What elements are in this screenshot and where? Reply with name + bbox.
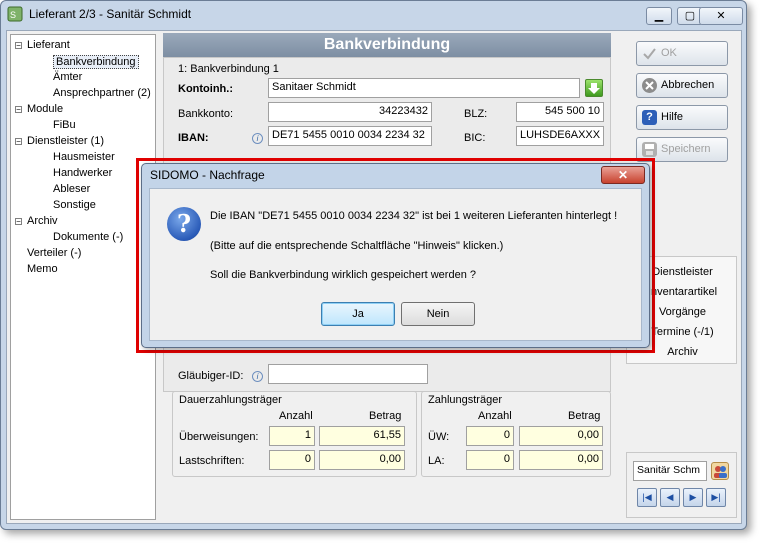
dauerzahlungstraeger-group: Dauerzahlungsträger Anzahl Betrag Überwe… bbox=[172, 391, 417, 477]
dauer-lastschriften-anzahl[interactable]: 0 bbox=[269, 450, 315, 470]
tree-item[interactable]: Ableser bbox=[53, 183, 90, 195]
dauer-ueberweisungen-betrag[interactable]: 61,55 bbox=[319, 426, 405, 446]
ok-button[interactable]: OK bbox=[636, 41, 728, 66]
dialog-message-line3: Soll die Bankverbindung wirklich gespeic… bbox=[210, 269, 476, 281]
tree-item[interactable]: Dienstleister (1) bbox=[27, 135, 104, 147]
dauer-title: Dauerzahlungsträger bbox=[179, 394, 282, 406]
record-name-field[interactable]: Sanitär Schm bbox=[633, 461, 707, 481]
dauer-row-label: Überweisungen: bbox=[179, 431, 259, 443]
glaeubiger-info-icon[interactable]: i bbox=[252, 371, 263, 382]
tree-expander-icon[interactable]: − bbox=[15, 106, 22, 114]
zahl-col-betrag: Betrag bbox=[568, 410, 601, 422]
svg-text:S: S bbox=[10, 10, 16, 20]
zahl-row-label: ÜW: bbox=[428, 431, 450, 443]
zahl-uew-anzahl[interactable]: 0 bbox=[466, 426, 514, 446]
download-arrow-icon[interactable] bbox=[585, 79, 603, 97]
glaeubiger-label: Gläubiger-ID: bbox=[178, 370, 244, 382]
iban-label: IBAN: bbox=[178, 132, 209, 144]
prev-record-button[interactable]: ◀ bbox=[660, 488, 680, 507]
dialog-message-line2: (Bitte auf die entsprechende Schaltfläch… bbox=[210, 240, 504, 252]
dauer-col-anzahl: Anzahl bbox=[279, 410, 313, 422]
tree-item[interactable]: Archiv bbox=[27, 215, 58, 227]
tree-expander-icon[interactable]: − bbox=[15, 218, 22, 226]
kontoinh-label: Kontoinh.: bbox=[178, 83, 233, 95]
bic-label: BIC: bbox=[464, 132, 486, 144]
section-label: 1: Bankverbindung 1 bbox=[178, 63, 279, 75]
blz-label: BLZ: bbox=[464, 108, 488, 120]
blz-input[interactable]: 545 500 10 bbox=[516, 102, 604, 122]
zahl-row-label: LA: bbox=[428, 455, 445, 467]
app-icon: S bbox=[7, 6, 23, 22]
tree-item[interactable]: Bankverbindung bbox=[53, 55, 139, 69]
minimize-button[interactable]: ▁ bbox=[646, 7, 672, 25]
tree-item[interactable]: FiBu bbox=[53, 119, 76, 131]
section-header: Bankverbindung bbox=[163, 33, 611, 57]
dauer-col-betrag: Betrag bbox=[369, 410, 402, 422]
question-icon: ? bbox=[167, 207, 201, 241]
tree-item[interactable]: Dokumente (-) bbox=[53, 231, 123, 243]
tree-expander-icon[interactable]: − bbox=[15, 42, 22, 50]
iban-info-icon[interactable]: i bbox=[252, 133, 263, 144]
bic-input[interactable]: LUHSDE6AXXX bbox=[516, 126, 604, 146]
kontoinh-input[interactable]: Sanitaer Schmidt bbox=[268, 78, 580, 98]
tree-item[interactable]: Verteiler (-) bbox=[27, 247, 81, 259]
dauer-lastschriften-betrag[interactable]: 0,00 bbox=[319, 450, 405, 470]
tree-item[interactable]: Memo bbox=[27, 263, 58, 275]
no-button[interactable]: Nein bbox=[401, 302, 475, 326]
iban-input[interactable]: DE71 5455 0010 0034 2234 32 bbox=[268, 126, 432, 146]
last-record-button[interactable]: ▶| bbox=[706, 488, 726, 507]
navigation-tree: − Lieferant Bankverbindung Ämter Ansprechpar… bbox=[10, 34, 156, 520]
zahlungstraeger-group: Zahlungsträger Anzahl Betrag ÜW: 0 0,00 … bbox=[421, 391, 611, 477]
save-disk-icon bbox=[642, 142, 657, 157]
yes-button[interactable]: Ja bbox=[321, 302, 395, 326]
dauer-ueberweisungen-anzahl[interactable]: 1 bbox=[269, 426, 315, 446]
first-record-button[interactable]: |◀ bbox=[637, 488, 657, 507]
bankkonto-input[interactable]: 34223432 bbox=[268, 102, 432, 122]
zahl-title: Zahlungsträger bbox=[428, 394, 502, 406]
checkmark-icon bbox=[642, 46, 657, 61]
cancel-x-icon bbox=[642, 78, 657, 93]
glaeubiger-input[interactable] bbox=[268, 364, 428, 384]
dauer-row-label: Lastschriften: bbox=[179, 455, 245, 467]
tree-item[interactable]: Ämter bbox=[53, 71, 82, 83]
dialog-body: ? Die IBAN "DE71 5455 0010 0034 2234 32"… bbox=[149, 188, 642, 341]
record-navigator: Sanitär Schm |◀ ◀ ▶ ▶| bbox=[626, 452, 737, 518]
confirm-dialog: SIDOMO - Nachfrage ✕ ? Die IBAN "DE71 54… bbox=[141, 163, 650, 348]
users-icon[interactable] bbox=[711, 462, 729, 480]
next-record-button[interactable]: ▶ bbox=[683, 488, 703, 507]
tree-expander-icon[interactable]: − bbox=[15, 138, 22, 146]
window-title: Lieferant 2/3 - Sanitär Schmidt bbox=[29, 7, 192, 21]
help-question-icon: ? bbox=[642, 110, 657, 125]
hilfe-button[interactable]: ? Hilfe bbox=[636, 105, 728, 130]
tree-item[interactable]: Handwerker bbox=[53, 167, 112, 179]
zahl-la-betrag[interactable]: 0,00 bbox=[519, 450, 603, 470]
tree-item[interactable]: Module bbox=[27, 103, 63, 115]
dialog-close-button[interactable]: ✕ bbox=[601, 166, 645, 184]
tree-item[interactable]: Lieferant bbox=[27, 39, 70, 51]
dialog-message-line1: Die IBAN "DE71 5455 0010 0034 2234 32" i… bbox=[210, 210, 618, 222]
zahl-la-anzahl[interactable]: 0 bbox=[466, 450, 514, 470]
abbrechen-button[interactable]: Abbrechen bbox=[636, 73, 728, 98]
tree-item[interactable]: Sonstige bbox=[53, 199, 96, 211]
tree-item[interactable]: Ansprechpartner (2) bbox=[53, 87, 151, 99]
close-button[interactable]: ✕ bbox=[699, 7, 743, 25]
zahl-col-anzahl: Anzahl bbox=[478, 410, 512, 422]
bankkonto-label: Bankkonto: bbox=[178, 108, 234, 120]
zahl-uew-betrag[interactable]: 0,00 bbox=[519, 426, 603, 446]
dialog-title: SIDOMO - Nachfrage bbox=[150, 168, 265, 182]
tree-item[interactable]: Hausmeister bbox=[53, 151, 115, 163]
